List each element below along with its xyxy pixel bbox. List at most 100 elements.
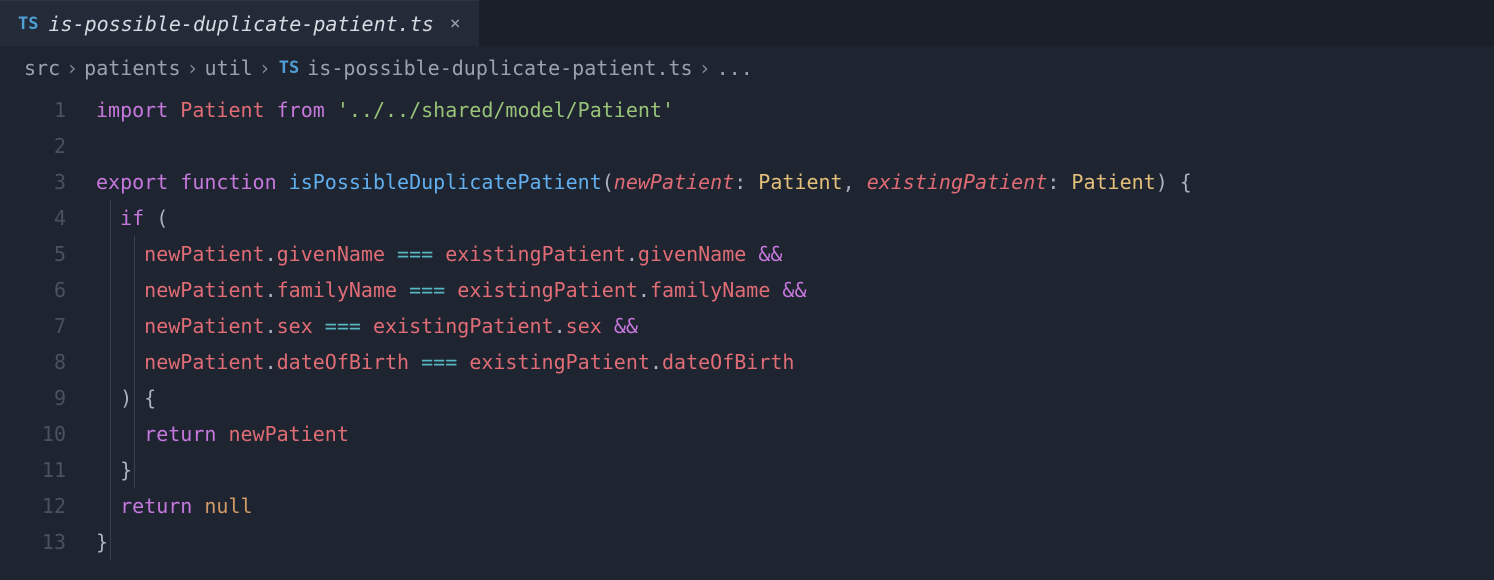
code-token: &&	[770, 278, 806, 302]
code-token: (	[602, 170, 614, 194]
breadcrumb-file[interactable]: is-possible-duplicate-patient.ts	[307, 56, 692, 80]
code-token: &&	[746, 242, 782, 266]
code-token: if	[120, 206, 156, 230]
line-number: 9	[0, 380, 66, 416]
code-token: export	[96, 170, 180, 194]
chevron-right-icon: ›	[187, 56, 199, 80]
code-token	[96, 242, 144, 266]
typescript-icon: TS	[279, 58, 299, 78]
code-token: ) {	[1156, 170, 1192, 194]
chevron-right-icon: ›	[66, 56, 78, 80]
breadcrumb[interactable]: src › patients › util › TS is-possible-d…	[0, 46, 1494, 88]
code-token: }	[96, 458, 132, 482]
breadcrumb-ellipsis[interactable]: ...	[717, 56, 753, 80]
code-token: :	[1047, 170, 1059, 194]
code-token: newPatient	[228, 422, 348, 446]
code-token: ===	[385, 242, 445, 266]
code-token: '../../shared/model/Patient'	[337, 98, 674, 122]
code-token: isPossibleDuplicatePatient	[289, 170, 602, 194]
code-token: ===	[397, 278, 457, 302]
code-token: :	[734, 170, 746, 194]
code-line[interactable]: newPatient.givenName === existingPatient…	[96, 236, 1494, 272]
code-token: .	[265, 242, 277, 266]
code-token: Patient	[1059, 170, 1155, 194]
code-token: familyName	[277, 278, 397, 302]
indent-guide	[110, 200, 111, 560]
code-token: newPatient	[144, 242, 264, 266]
tab-active[interactable]: TS is-possible-duplicate-patient.ts ×	[0, 0, 479, 46]
code-line[interactable]: newPatient.sex === existingPatient.sex &…	[96, 308, 1494, 344]
code-token: .	[554, 314, 566, 338]
tab-bar: TS is-possible-duplicate-patient.ts ×	[0, 0, 1494, 46]
code-token: familyName	[650, 278, 770, 302]
code-token: &&	[602, 314, 638, 338]
line-number: 2	[0, 128, 66, 164]
code-line[interactable]: newPatient.dateOfBirth === existingPatie…	[96, 344, 1494, 380]
line-number: 7	[0, 308, 66, 344]
code-token: .	[265, 278, 277, 302]
code-token: .	[265, 314, 277, 338]
line-number: 6	[0, 272, 66, 308]
code-line[interactable]	[96, 128, 1494, 164]
code-area[interactable]: import Patient from '../../shared/model/…	[96, 92, 1494, 560]
code-token	[96, 278, 144, 302]
code-token: null	[204, 494, 252, 518]
code-token: existingPatient	[457, 278, 638, 302]
code-token: newPatient	[614, 170, 734, 194]
code-token	[96, 206, 120, 230]
tab-filename: is-possible-duplicate-patient.ts	[48, 12, 433, 36]
code-token: Patient	[180, 98, 264, 122]
line-number: 8	[0, 344, 66, 380]
line-number: 1	[0, 92, 66, 128]
code-token: existingPatient	[373, 314, 554, 338]
code-token: existingPatient	[469, 350, 650, 374]
code-token	[96, 314, 144, 338]
code-token: Patient	[746, 170, 842, 194]
code-token: sex	[566, 314, 602, 338]
line-number: 11	[0, 452, 66, 488]
line-number: 13	[0, 524, 66, 560]
code-line[interactable]: }	[96, 524, 1494, 560]
code-token: dateOfBirth	[662, 350, 794, 374]
code-token: return	[120, 494, 204, 518]
chevron-right-icon: ›	[699, 56, 711, 80]
breadcrumb-item[interactable]: src	[24, 56, 60, 80]
code-token: .	[638, 278, 650, 302]
code-token: }	[96, 530, 108, 554]
code-token: givenName	[277, 242, 385, 266]
code-line[interactable]: export function isPossibleDuplicatePatie…	[96, 164, 1494, 200]
code-line[interactable]: if (	[96, 200, 1494, 236]
code-line[interactable]: ) {	[96, 380, 1494, 416]
code-line[interactable]: return null	[96, 488, 1494, 524]
code-token: ) {	[96, 386, 156, 410]
code-line[interactable]: }	[96, 452, 1494, 488]
code-token: (	[156, 206, 168, 230]
line-number: 4	[0, 200, 66, 236]
close-icon[interactable]: ×	[450, 13, 461, 34]
code-token: newPatient	[144, 350, 264, 374]
breadcrumb-item[interactable]: util	[205, 56, 253, 80]
code-token: newPatient	[144, 278, 264, 302]
typescript-icon: TS	[18, 14, 38, 34]
code-token: ===	[409, 350, 469, 374]
code-token: dateOfBirth	[277, 350, 409, 374]
line-number-gutter: 12345678910111213	[0, 92, 96, 560]
code-editor[interactable]: 12345678910111213 import Patient from '.…	[0, 88, 1494, 560]
line-number: 5	[0, 236, 66, 272]
code-line[interactable]: newPatient.familyName === existingPatien…	[96, 272, 1494, 308]
line-number: 3	[0, 164, 66, 200]
line-number: 12	[0, 488, 66, 524]
code-line[interactable]: return newPatient	[96, 416, 1494, 452]
code-line[interactable]: import Patient from '../../shared/model/…	[96, 92, 1494, 128]
code-token: existingPatient	[445, 242, 626, 266]
code-token: return	[144, 422, 228, 446]
code-token: existingPatient	[867, 170, 1048, 194]
code-token	[96, 350, 144, 374]
code-token: givenName	[638, 242, 746, 266]
code-token	[96, 494, 120, 518]
code-token: ,	[843, 170, 867, 194]
code-token: function	[180, 170, 288, 194]
code-token: ===	[313, 314, 373, 338]
breadcrumb-item[interactable]: patients	[84, 56, 180, 80]
code-token: newPatient	[144, 314, 264, 338]
